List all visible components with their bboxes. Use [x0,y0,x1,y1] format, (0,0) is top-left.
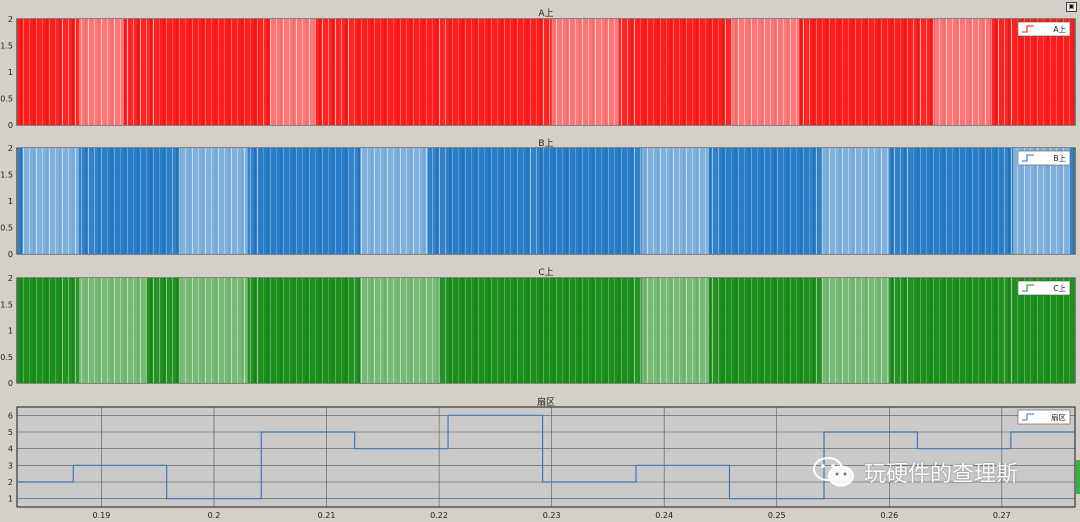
y-tick-label: 0 [8,121,13,130]
pwm-dense-region [540,278,631,383]
maximize-button[interactable]: ▣ [1066,2,1077,12]
pwm-dense-region [636,19,721,125]
y-tick-label: 1.5 [0,171,13,180]
y-tick-label: 6 [8,411,13,420]
panel-title: 扇区 [537,396,555,408]
pwm-light-region [78,278,147,383]
pwm-dense-region [720,278,811,383]
x-tick-label: 0.23 [543,511,561,520]
pwm-light-region [360,148,428,254]
y-tick-label: 1.5 [0,300,13,309]
pwm-light-region [641,278,710,383]
y-tick-label: 0.5 [0,224,13,233]
pwm-light-region [821,278,890,383]
pwm-light-region [731,19,800,125]
y-tick-label: 2 [8,274,13,283]
pwm-dense-region [354,19,440,125]
pwm-dense-region [810,19,912,125]
pwm-dense-region [450,278,541,383]
scope-figure: A上 0 0.5 1 1.5 2 A上 B上 0 0.5 1 1.5 2 B上 C上 0 0.5 1 1.5 2 C上扇… [0,8,1076,520]
y-tick-label: 2 [8,144,13,153]
pwm-dense-region [101,148,169,254]
y-tick-label: 1.5 [0,42,13,51]
y-tick-label: 2 [8,478,13,487]
pwm-light-region [180,148,248,254]
x-tick-label: 0.26 [880,511,898,520]
pwm-dense-region [450,148,530,254]
y-tick-label: 0.5 [0,353,13,362]
pwm-dense-region [540,148,631,254]
pwm-light-region [78,19,124,125]
pwm-light-region [180,278,248,383]
y-tick-label: 2 [8,15,13,24]
pwm-dense-region [911,278,1002,383]
x-tick-label: 0.2 [208,511,221,520]
side-tab[interactable] [1076,460,1080,494]
x-tick-label: 0.22 [430,511,448,520]
legend-label: A上 [1053,25,1066,34]
pwm-dense-region [157,19,259,125]
x-tick-label: 0.21 [318,511,336,520]
panel-title: B上 [538,138,553,149]
pwm-light-region [551,19,620,125]
y-tick-label: 1 [8,327,13,336]
x-tick-label: 0.27 [993,511,1011,520]
pwm-dense-region [720,148,811,254]
pwm-dense-region [911,148,1002,254]
pwm-light-region [641,148,710,254]
y-tick-label: 0 [8,379,13,388]
pwm-dense-region [258,148,350,254]
wechat-icon [813,457,854,487]
pwm-light-region [934,19,991,125]
watermark-text: 玩硬件的查理斯 [864,462,1019,487]
panel-title: A上 [538,8,553,19]
panel-3: C上 0 0.5 1 1.5 2 C上 [0,267,1076,388]
y-tick-label: 4 [8,445,13,454]
pwm-light-region [821,148,890,254]
x-tick-label: 0.19 [93,511,111,520]
x-tick-label: 0.24 [655,511,673,520]
pwm-dense-region [450,19,541,125]
y-tick-label: 0 [8,250,13,259]
y-tick-label: 1 [8,495,13,504]
y-tick-label: 3 [8,461,13,470]
pwm-dense-region [17,19,57,125]
panel-1: A上 0 0.5 1 1.5 2 A上 [0,8,1076,130]
legend-label: C上 [1053,284,1066,293]
pwm-dense-region [258,278,350,383]
y-tick-label: 0.5 [0,95,13,104]
y-tick-label: 1 [8,68,13,77]
legend-label: 扇区 [1051,412,1067,422]
x-tick-label: 0.25 [768,511,786,520]
y-tick-label: 5 [8,428,13,437]
pwm-light-region [360,278,440,383]
pwm-light-region [22,148,79,254]
legend-label: B上 [1053,154,1066,163]
panel-title: C上 [538,267,553,278]
pwm-dense-region [17,278,63,383]
pwm-light-region [270,19,316,125]
panel-2: B上 0 0.5 1 1.5 2 B上 [0,138,1076,259]
y-tick-label: 1 [8,197,13,206]
watermark: 玩硬件的查理斯 [812,452,1018,492]
